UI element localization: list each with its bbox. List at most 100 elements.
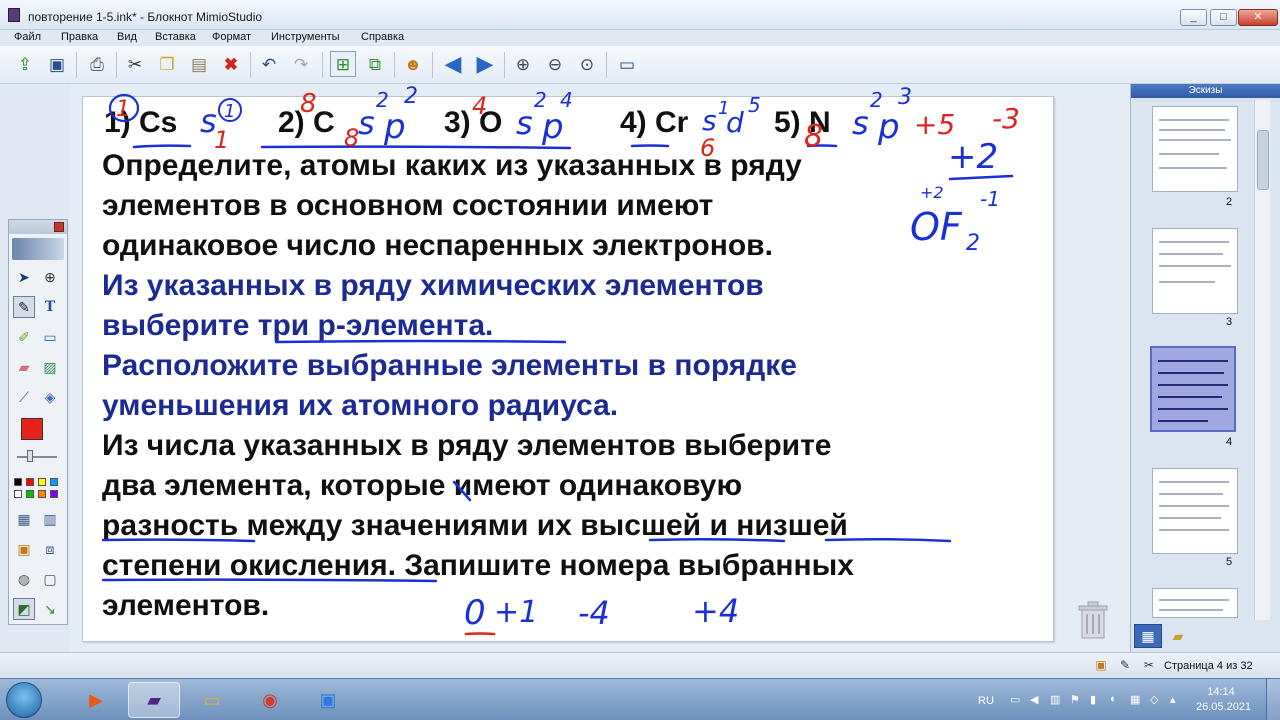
file-explorer-icon[interactable]: ▭ [186,682,238,718]
color-swatch-red[interactable] [26,478,34,486]
width-slider[interactable] [17,456,57,458]
network-icon[interactable]: ▥ [1050,693,1060,706]
menu-help[interactable]: Справка [361,31,404,43]
select-icon[interactable]: ➤ [13,266,35,288]
option-2: 2) C [278,106,335,139]
thumbnail-page-4[interactable] [1150,346,1236,432]
zoom-out-icon[interactable]: ⊖ [542,51,568,77]
task2-line-1: Из указанных в ряду химических элементов [102,269,764,302]
task4-line-1: Из числа указанных в ряду элементов выбе… [102,429,832,462]
back-arrow-icon[interactable]: ◀ [440,51,466,77]
palette-header[interactable] [9,220,67,234]
thumbnail-page-3[interactable] [1152,228,1238,314]
speaker-icon[interactable]: ◀ [1030,693,1038,706]
arrow-down-icon[interactable]: ↘ [39,598,61,620]
menu-tools[interactable]: Инструменты [271,31,340,43]
mimio-notebook-icon[interactable]: ▰ [128,682,180,718]
copy-icon[interactable]: ❐ [154,51,180,77]
color-swatch-purple[interactable] [50,490,58,498]
tray-icon[interactable]: ◐ [1110,693,1117,705]
tray-app-icon[interactable]: ▭ [1010,693,1020,706]
reveal-icon[interactable]: ▥ [39,508,61,530]
spotlight-icon[interactable]: ▦ [13,508,35,530]
flag-icon[interactable]: ⚑ [1070,693,1080,706]
redo-icon[interactable]: ↷ [288,51,314,77]
status-doc-icon[interactable]: ▣ [1094,658,1108,672]
menu-file[interactable]: Файл [14,31,41,43]
collab-tool-icon[interactable]: ◩ [13,598,35,620]
scrollbar-thumb[interactable] [1257,130,1269,190]
export-icon[interactable]: ▢ [39,568,61,590]
fill-icon[interactable]: ◈ [39,386,61,408]
show-desktop-button[interactable] [1266,679,1280,720]
menu-format[interactable]: Формат [212,31,251,43]
gallery-icon[interactable]: ◍ [13,568,35,590]
color-swatch-black[interactable] [14,478,22,486]
collaboration-icon[interactable]: ☻ [400,51,426,77]
zoom-fit-icon[interactable]: ⊙ [574,51,600,77]
language-indicator[interactable]: RU [978,695,994,707]
color-swatch-yellow[interactable] [38,478,46,486]
signal-icon[interactable]: ▮ [1090,693,1096,706]
start-button[interactable] [6,682,42,718]
option-5: 5) N [774,106,831,139]
highlighter-icon[interactable]: ✐ [13,326,35,348]
shape-icon[interactable]: ▭ [39,326,61,348]
option-3: 3) O [444,106,503,139]
paste-icon[interactable]: ▤ [186,51,212,77]
zoom-icon[interactable]: ▣ [302,682,354,718]
thumbnail-page-5[interactable] [1152,468,1238,554]
chrome-icon[interactable]: ◉ [244,682,296,718]
screen-icon[interactable]: ▭ [614,51,640,77]
task2-line-2: выберите три p-элемента. [102,309,494,342]
eraser-icon[interactable]: ▰ [13,356,35,378]
thumbnail-page-2[interactable] [1152,106,1238,192]
thumbnail-page-6[interactable] [1152,588,1238,618]
tray-icon[interactable]: ▴ [1170,693,1176,706]
menu-insert[interactable]: Вставка [155,31,196,43]
tray-icon[interactable]: ◇ [1150,693,1158,706]
mouse-icon[interactable]: ▣ [13,538,35,560]
print-icon[interactable]: ⎙ [84,51,110,77]
close-button[interactable]: ✕ [1238,9,1278,26]
cut-icon[interactable]: ✂ [122,51,148,77]
status-pen-icon[interactable]: ✎ [1118,658,1132,672]
new-page-icon[interactable]: ⊞ [330,51,356,77]
color-swatch-green[interactable] [26,490,34,498]
maximize-button[interactable]: □ [1210,9,1237,26]
tray-icon[interactable]: ▦ [1130,693,1140,706]
pen-icon[interactable]: ✎ [13,296,35,318]
color-swatch-white[interactable] [14,490,22,498]
task3-line-1: Расположите выбранные элементы в порядке [102,349,797,382]
thumbnails-view-icon[interactable]: ▦ [1134,624,1162,648]
menu-edit[interactable]: Правка [61,31,98,43]
palette-close-icon[interactable] [54,222,64,232]
color-swatch-blue[interactable] [50,478,58,486]
folder-view-icon[interactable]: ▰ [1164,624,1192,648]
system-clock[interactable]: 14:14 26.05.2021 [1196,685,1251,715]
trash-icon[interactable] [1076,598,1110,640]
image-icon[interactable]: ▨ [39,356,61,378]
status-tools-icon[interactable]: ✂ [1142,658,1156,672]
dropper-icon[interactable]: ⟋ [13,386,35,408]
forward-arrow-icon[interactable]: ▶ [472,51,498,77]
zoom-in-icon[interactable]: ⊕ [510,51,536,77]
delete-icon[interactable]: ✖ [218,51,244,77]
current-color-swatch[interactable] [21,418,43,440]
sketches-scrollbar[interactable] [1254,100,1270,620]
zoom-icon[interactable]: ⊕ [39,266,61,288]
text-icon[interactable]: T [39,296,61,318]
undo-icon[interactable]: ↶ [256,51,282,77]
open-icon[interactable]: ⇪ [12,51,38,77]
width-slider-handle[interactable] [27,450,33,462]
menu-view[interactable]: Вид [117,31,137,43]
mimio-player-icon[interactable]: ▶ [70,682,122,718]
clock-time: 14:14 [1207,686,1235,698]
duplicate-page-icon[interactable]: ⧉ [362,51,388,77]
thumbnail-number: 5 [1226,556,1233,568]
color-swatch-orange[interactable] [38,490,46,498]
tool-palette: ➤ ⊕ ✎ T ✐ ▭ ▰ ▨ ⟋ ◈ ▦ ▥ ▣ ⧈ ◍ ▢ ◩ ↘ [8,219,68,625]
save-icon[interactable]: ▣ [44,51,70,77]
screen-capture-icon[interactable]: ⧈ [39,538,61,560]
minimize-button[interactable]: _ [1180,9,1207,26]
